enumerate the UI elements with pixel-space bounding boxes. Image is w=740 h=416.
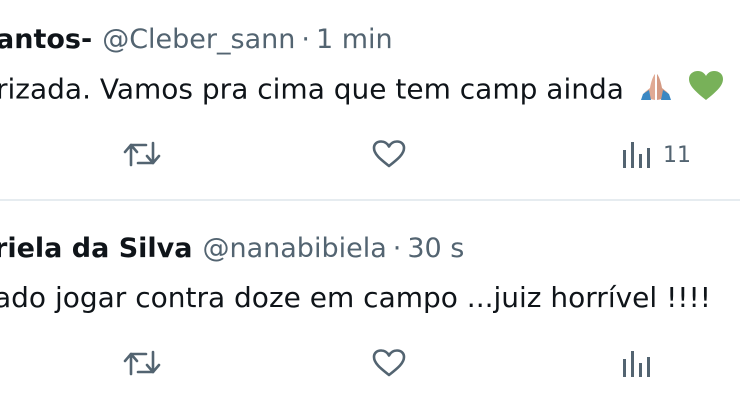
tweet[interactable]: riela da Silva @nanabibiela · 30 s ado joga…	[0, 0, 740, 416]
retweet-icon	[123, 350, 161, 376]
tweet-text: ado jogar contra doze em campo ...juiz h…	[0, 280, 711, 316]
timestamp[interactable]: 30 s	[407, 233, 464, 264]
like-button[interactable]	[371, 348, 407, 378]
tweet-text-content: ado jogar contra doze em campo ...juiz h…	[0, 281, 711, 314]
heart-outline-icon	[372, 349, 406, 377]
views-icon	[623, 351, 650, 377]
display-name[interactable]: riela da Silva	[0, 233, 192, 264]
views-button[interactable]	[621, 349, 663, 379]
user-handle[interactable]: @nanabibiela	[202, 233, 386, 264]
tweet-feed: antos- @Cleber_sann · 1 min rizada. Vamos p…	[0, 0, 740, 416]
separator: ·	[392, 233, 402, 264]
retweet-button[interactable]	[122, 348, 162, 378]
tweet-header: riela da Silva @nanabibiela · 30 s	[0, 232, 464, 266]
